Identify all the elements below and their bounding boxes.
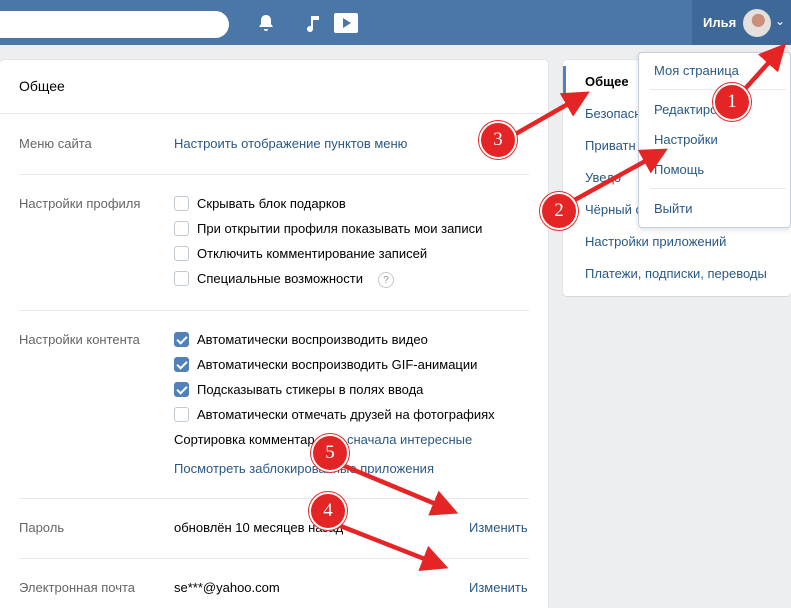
menu-item-settings[interactable]: Настройки <box>654 132 718 147</box>
sticker-hints-checkbox[interactable] <box>174 382 189 397</box>
checkbox-label: Автоматически отмечать друзей на фотогра… <box>197 407 495 422</box>
user-name[interactable]: Илья <box>703 15 736 30</box>
sidebar-item-privacy[interactable]: Приватн <box>585 138 636 153</box>
chevron-down-icon[interactable]: ⌄ <box>775 14 785 28</box>
sidebar-item-app-settings[interactable]: Настройки приложений <box>585 234 726 249</box>
checkbox-label: Специальные возможности <box>197 271 363 286</box>
sidebar-item-notifications[interactable]: Уведо <box>585 170 621 185</box>
avatar[interactable] <box>743 9 771 37</box>
profile-settings-label: Настройки профиля <box>19 196 141 211</box>
tag-friends-checkbox[interactable] <box>174 407 189 422</box>
content-settings-label: Настройки контента <box>19 332 140 347</box>
checkbox-label: При открытии профиля показывать мои запи… <box>197 221 483 236</box>
divider <box>19 174 529 175</box>
sidebar-item-general[interactable]: Общее <box>585 74 629 89</box>
show-my-posts-checkbox[interactable] <box>174 221 189 236</box>
comment-sort-dropdown[interactable]: сначала интересные <box>347 432 472 447</box>
menu-item-my-page[interactable]: Моя страница <box>654 63 739 78</box>
search-input[interactable] <box>0 11 229 38</box>
divider <box>650 188 786 189</box>
annotation-badge-2: 2 <box>540 192 578 230</box>
checkbox-label: Скрывать блок подарков <box>197 196 346 211</box>
accessibility-checkbox[interactable] <box>174 271 189 286</box>
annotation-badge-4: 4 <box>309 492 347 530</box>
menu-item-help[interactable]: Помощь <box>654 162 704 177</box>
comment-sort-label: Сортировка комментар <box>174 432 315 447</box>
checkbox-label: Подсказывать стикеры в полях ввода <box>197 382 424 397</box>
hide-gifts-checkbox[interactable] <box>174 196 189 211</box>
bell-icon[interactable] <box>256 13 276 33</box>
checkbox-label: Автоматически воспроизводить GIF-анимаци… <box>197 357 478 372</box>
email-label: Электронная почта <box>19 580 136 595</box>
divider <box>19 558 529 559</box>
sidebar-item-blacklist[interactable]: Чёрный с <box>585 202 642 217</box>
menu-settings-label: Меню сайта <box>19 136 92 151</box>
page-title: Общее <box>19 78 65 94</box>
sidebar-item-payments[interactable]: Платежи, подписки, переводы <box>585 266 767 281</box>
change-email-link[interactable]: Изменить <box>469 580 528 595</box>
blocked-apps-link[interactable]: Посмотреть заблокированные приложения <box>174 461 434 476</box>
annotation-badge-3: 3 <box>479 121 517 159</box>
divider <box>19 310 529 311</box>
autoplay-gif-checkbox[interactable] <box>174 357 189 372</box>
configure-menu-link[interactable]: Настроить отображение пунктов меню <box>174 136 407 151</box>
password-label: Пароль <box>19 520 65 535</box>
annotation-badge-1: 1 <box>713 83 751 121</box>
email-value: se***@yahoo.com <box>174 580 280 595</box>
video-icon[interactable] <box>334 13 358 33</box>
divider <box>0 113 548 114</box>
disable-comments-checkbox[interactable] <box>174 246 189 261</box>
menu-item-logout[interactable]: Выйти <box>654 201 693 216</box>
change-password-link[interactable]: Изменить <box>469 520 528 535</box>
autoplay-video-checkbox[interactable] <box>174 332 189 347</box>
music-icon[interactable] <box>303 13 323 33</box>
menu-item-edit[interactable]: Редактиро <box>654 102 717 117</box>
divider <box>19 498 529 499</box>
help-icon[interactable]: ? <box>378 272 394 288</box>
checkbox-label: Автоматически воспроизводить видео <box>197 332 428 347</box>
active-indicator <box>563 66 566 98</box>
checkbox-label: Отключить комментирование записей <box>197 246 428 261</box>
annotation-badge-5: 5 <box>311 434 349 472</box>
sidebar-item-security[interactable]: Безопасн <box>585 106 641 121</box>
